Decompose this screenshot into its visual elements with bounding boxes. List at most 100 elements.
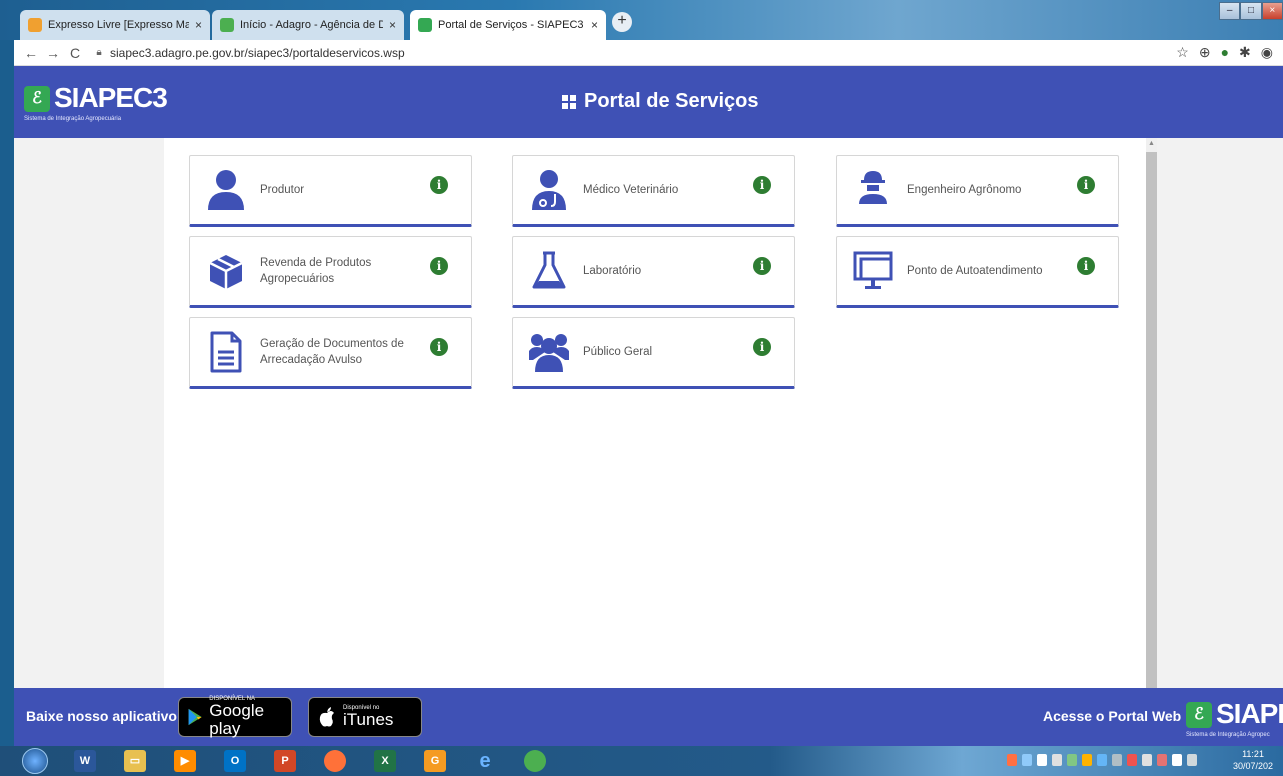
tray-icon[interactable] [1037,754,1047,766]
tray-icon[interactable] [1157,754,1167,766]
card-label: Ponto de Autoatendimento [907,265,1043,277]
service-card-medico-veterinario[interactable]: Médico Veterinário i [512,155,795,227]
internet-explorer-icon[interactable]: e [474,750,496,772]
folder-icon[interactable]: ▭ [124,750,146,772]
back-button[interactable]: ← [20,45,42,61]
siapec-logo[interactable]: ℰ SIAPEC3 Sistema de Integração Agropecu… [24,80,168,128]
card-label: Público Geral [583,346,653,358]
chrome-icon[interactable] [524,750,546,772]
tab-label: Portal de Serviços - SIAPEC3 [438,19,584,31]
extension-icon[interactable]: ● [1221,44,1229,61]
tray-icon[interactable] [1007,754,1017,766]
service-card-laboratorio[interactable]: Laboratório i [512,236,795,308]
service-card-autoatendimento[interactable]: Ponto de Autoatendimento i [836,236,1119,308]
google-play-icon [188,708,202,726]
star-icon[interactable]: ☆ [1176,44,1189,61]
tab-close-icon[interactable]: × [195,18,202,32]
info-icon[interactable]: i [753,338,771,356]
dashboard-icon [562,94,576,109]
firefox-icon[interactable] [324,750,346,772]
tray-icon[interactable] [1127,754,1137,766]
info-icon[interactable]: i [430,176,448,194]
document-icon [210,331,242,373]
reload-button[interactable]: C [64,45,86,61]
itunes-button[interactable]: Disponível no iTunes [308,697,422,737]
service-card-publico-geral[interactable]: Público Geral i [512,317,795,389]
info-icon[interactable]: i [1077,257,1095,275]
app-header: ℰ SIAPEC3 Sistema de Integração Agropecu… [14,66,1283,138]
footer-logo-subtitle: Sistema de Integração Agropec [1186,732,1270,738]
close-window-button[interactable]: × [1261,2,1283,20]
users-icon [529,334,569,372]
siapec-logo-mark: ℰ [24,86,50,112]
siapec-tab-icon [418,18,432,32]
info-icon[interactable]: i [430,338,448,356]
tab-portal-servicos[interactable]: Portal de Serviços - SIAPEC3 × [410,10,606,40]
powerpoint-icon[interactable]: P [274,750,296,772]
address-bar: ← → C 🔒︎ siapec3.adagro.pe.gov.br/siapec… [14,40,1283,66]
tray-icon[interactable] [1082,754,1092,766]
window-controls: – □ × [1219,2,1283,20]
profile-icon[interactable]: ◉ [1261,44,1273,61]
forward-button[interactable]: → [42,45,64,61]
browser-tab-bar: Expresso Livre [Expresso Mail] × Início … [0,0,1283,40]
tab-close-icon[interactable]: × [591,18,598,32]
info-icon[interactable]: i [1077,176,1095,194]
google-play-button[interactable]: DISPONÍVEL NA Google play [178,696,292,738]
doctor-icon [532,170,566,210]
info-icon[interactable]: i [430,257,448,275]
box-icon [209,255,243,289]
word-icon[interactable]: W [74,750,96,772]
card-label: Médico Veterinário [583,184,679,196]
scroll-up-arrow-icon[interactable]: ▲ [1146,140,1157,150]
tray-icon[interactable] [1097,754,1107,766]
services-panel: Produtor i Médico Veterinário i Engenhei… [164,138,1146,688]
minimize-button[interactable]: – [1219,2,1241,20]
tray-icon[interactable] [1052,754,1062,766]
tray-icon[interactable] [1112,754,1122,766]
footer-siapec-logo[interactable]: ℰ SIAPEC Sistema de Integração Agropec [1186,696,1283,744]
outlook-icon[interactable]: O [224,750,246,772]
tab-expresso[interactable]: Expresso Livre [Expresso Mail] × [20,10,210,40]
taskbar-clock[interactable]: 11:21 30/07/202 [1233,748,1273,772]
service-card-engenheiro-agronomo[interactable]: Engenheiro Agrônomo i [836,155,1119,227]
lock-icon[interactable]: 🔒︎ [92,47,106,58]
google-play-text: Google play [209,701,265,738]
user-icon [208,170,244,210]
tray-icon[interactable] [1067,754,1077,766]
download-app-label: Baixe nosso aplicativo [26,708,177,724]
puzzle-icon[interactable]: ✱ [1239,44,1251,61]
card-label: Laboratório [583,265,642,277]
service-card-geracao-documentos[interactable]: Geração de Documentos de Arrecadação Avu… [189,317,472,389]
maximize-button[interactable]: □ [1240,2,1262,20]
portal-web-label[interactable]: Acesse o Portal Web [1043,708,1181,724]
right-gutter [1157,138,1283,688]
globe-icon[interactable]: ⊕ [1199,44,1211,61]
page-title-text: Portal de Serviços [584,90,759,112]
media-player-icon[interactable]: ▶ [174,750,196,772]
new-tab-button[interactable]: + [612,12,632,32]
logo-subtitle: Sistema de Integração Agropecuária [24,116,122,122]
info-icon[interactable]: i [753,257,771,275]
clock-time: 11:21 [1242,749,1264,759]
tab-adagro[interactable]: Início - Adagro - Agência de Defe × [212,10,404,40]
browser-toolbar-icons: ☆ ⊕ ● ✱ ◉ [1176,44,1273,61]
service-card-revenda[interactable]: Revenda de Produtos Agropecuários i [189,236,472,308]
card-label: Engenheiro Agrônomo [907,184,1022,196]
clock-date: 30/07/202 [1233,761,1274,771]
tray-icon[interactable] [1142,754,1152,766]
tray-icon[interactable] [1022,754,1032,766]
scrollbar-thumb[interactable] [1146,152,1157,688]
service-card-produtor[interactable]: Produtor i [189,155,472,227]
start-button[interactable] [22,748,48,774]
siapec-logo-mark: ℰ [1186,702,1212,728]
volume-icon[interactable] [1187,754,1197,766]
pdf-tool-icon[interactable]: G [424,750,446,772]
excel-icon[interactable]: X [374,750,396,772]
card-label: Revenda de Produtos Agropecuários [260,257,372,285]
tray-icon[interactable] [1172,754,1182,766]
info-icon[interactable]: i [753,176,771,194]
apple-icon [319,707,334,727]
url-input[interactable]: siapec3.adagro.pe.gov.br/siapec3/portald… [110,46,405,60]
tab-close-icon[interactable]: × [389,18,396,32]
